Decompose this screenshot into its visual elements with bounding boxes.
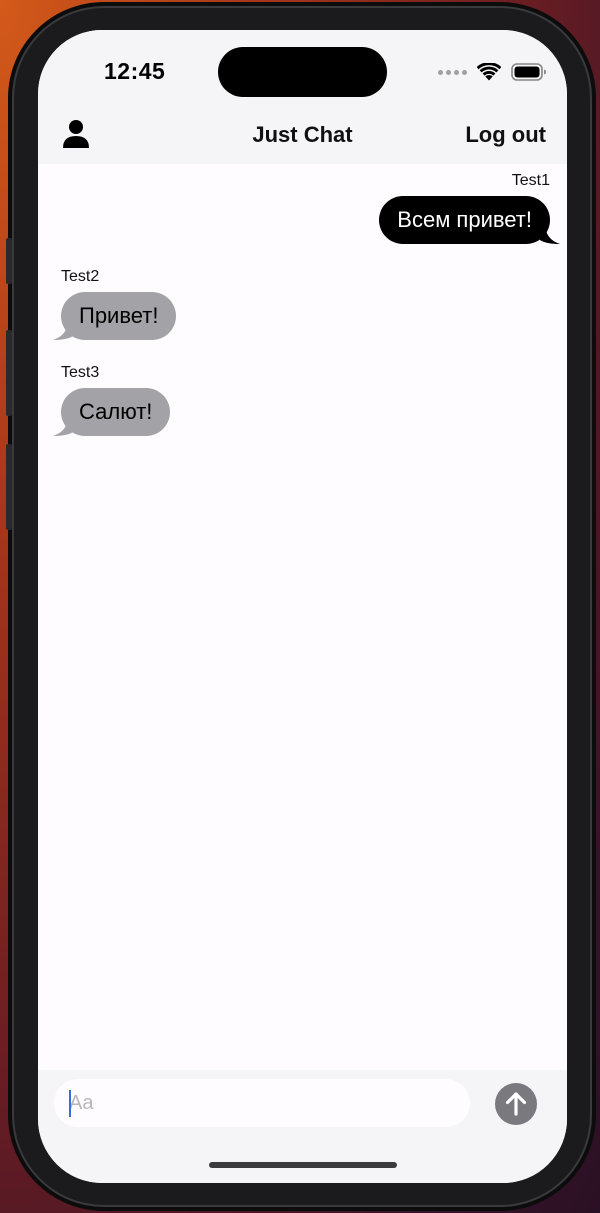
message-bubble-outgoing: Всем привет! <box>379 196 560 244</box>
message-item: Test1 Всем привет! <box>379 172 560 244</box>
status-indicators <box>438 62 547 82</box>
text-caret <box>69 1090 71 1117</box>
phone-screen: 12:45 Just Chat Log out Test1 Всем приве… <box>38 30 567 1183</box>
arrow-up-icon <box>505 1092 527 1116</box>
message-sender: Test2 <box>61 268 100 285</box>
status-time: 12:45 <box>104 58 166 84</box>
composer-bar <box>38 1070 567 1183</box>
send-button[interactable] <box>495 1083 537 1125</box>
status-bar: 12:45 <box>38 30 567 112</box>
volume-down-button <box>6 444 12 530</box>
cellular-signal-icon <box>438 69 467 75</box>
message-input[interactable] <box>54 1079 470 1127</box>
dynamic-island <box>218 47 387 97</box>
volume-up-button <box>6 330 12 416</box>
message-text: Салют! <box>79 399 153 424</box>
message-list: Test1 Всем привет! Test2 Привет! Test3 С… <box>38 164 567 1123</box>
message-item: Test3 Салют! <box>53 364 171 436</box>
message-bubble-incoming: Привет! <box>53 292 177 340</box>
bubble-tail <box>540 230 560 244</box>
message-text: Всем привет! <box>397 207 532 232</box>
battery-icon <box>511 63 546 81</box>
wifi-icon <box>477 63 501 81</box>
message-text: Привет! <box>79 303 159 328</box>
message-bubble-incoming: Салют! <box>53 388 171 436</box>
message-sender: Test3 <box>61 364 100 381</box>
bubble-tail <box>53 326 73 340</box>
home-indicator[interactable] <box>209 1162 397 1168</box>
message-item: Test2 Привет! <box>53 268 177 340</box>
bubble-tail <box>53 422 73 436</box>
logout-button[interactable]: Log out <box>465 122 546 148</box>
action-button <box>6 238 12 284</box>
navigation-bar: Just Chat Log out <box>38 112 567 164</box>
message-sender: Test1 <box>511 172 550 189</box>
